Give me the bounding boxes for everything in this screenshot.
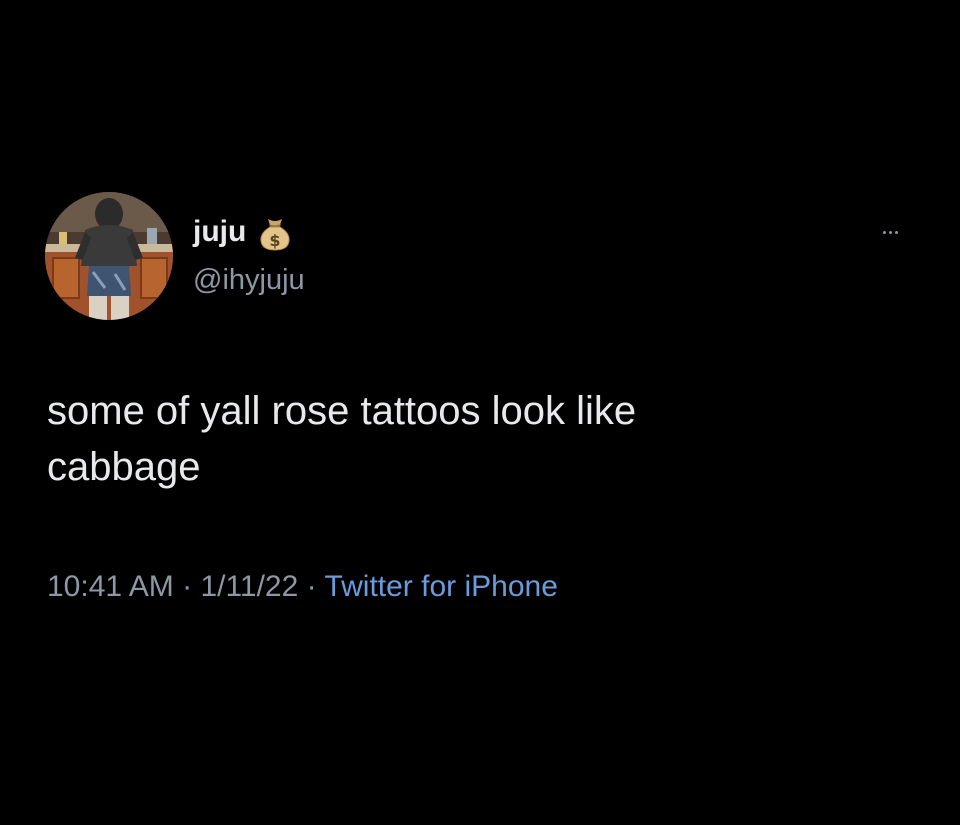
author-display-name[interactable]: juju: [193, 212, 246, 252]
more-dot: [882, 230, 886, 234]
avatar-photo: [45, 192, 173, 320]
more-dot: [888, 230, 892, 234]
tweet-meta: 10:41 AM · 1/11/22 · Twitter for iPhone: [47, 567, 558, 607]
avatar[interactable]: [45, 192, 173, 320]
meta-separator: ·: [298, 570, 325, 603]
more-options-icon[interactable]: [870, 222, 910, 242]
svg-text:$: $: [270, 231, 281, 250]
author-handle[interactable]: @ihyjuju: [193, 262, 305, 298]
meta-separator: ·: [173, 570, 201, 603]
tweet-date[interactable]: 1/11/22: [200, 570, 298, 603]
author-name-row[interactable]: juju $: [193, 212, 292, 252]
tweet: juju $ @ihyjuju some of yall rose tattoo…: [0, 0, 960, 825]
tweet-text: some of yall rose tattoos look like cabb…: [47, 389, 637, 489]
more-dot: [894, 230, 898, 234]
tweet-time[interactable]: 10:41 AM: [47, 570, 174, 603]
money-bag-icon: $: [258, 213, 292, 251]
tweet-source-link[interactable]: Twitter for iPhone: [324, 570, 557, 603]
